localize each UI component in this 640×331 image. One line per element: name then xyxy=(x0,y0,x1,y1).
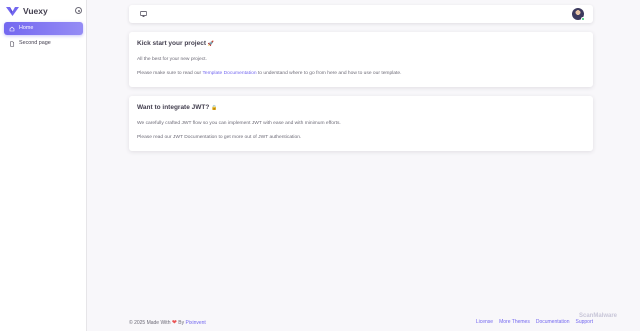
sidebar: Vuexy Home Second page xyxy=(0,0,87,331)
more-themes-link[interactable]: More Themes xyxy=(499,319,530,325)
card-text: All the best for your new project. xyxy=(137,56,207,62)
footer-links: License More Themes Documentation Suppor… xyxy=(476,319,593,325)
sidebar-item-second-page[interactable]: Second page xyxy=(4,37,83,50)
monitor-icon[interactable] xyxy=(140,11,147,17)
lock-icon: 🔒 xyxy=(211,105,218,111)
vuexy-logo-icon xyxy=(6,6,19,16)
support-link[interactable]: Support xyxy=(575,319,593,325)
card-title: Kick start your project 🚀 xyxy=(137,40,585,48)
text-suffix: to understand where to go from here and … xyxy=(256,71,402,77)
file-icon xyxy=(10,40,15,47)
documentation-link[interactable]: Documentation xyxy=(536,319,570,325)
template-documentation-link[interactable]: Template Documentation xyxy=(202,71,256,76)
sidebar-item-label: Second page xyxy=(19,39,51,46)
online-status-dot xyxy=(581,17,585,21)
card-text: Please read our JWT Documentation to get… xyxy=(137,135,302,141)
brand-name: Vuexy xyxy=(23,6,48,16)
by-text: By xyxy=(176,319,186,326)
sidebar-nav: Home Second page xyxy=(4,22,83,52)
kick-start-card: Kick start your project 🚀 All the best f… xyxy=(129,32,593,87)
copyright: © 2025 Made With ❤ By Pixinvent xyxy=(129,319,206,326)
card-title-text: Kick start your project xyxy=(137,40,206,47)
home-icon xyxy=(9,26,15,31)
text-prefix: Please make sure to read our xyxy=(137,71,203,77)
brand[interactable]: Vuexy xyxy=(6,5,48,17)
footer: © 2025 Made With ❤ By Pixinvent License … xyxy=(129,318,593,326)
jwt-card: Want to integrate JWT? 🔒 We carefully cr… xyxy=(129,96,593,151)
sidebar-item-home[interactable]: Home xyxy=(4,22,83,35)
top-navbar xyxy=(129,5,593,23)
avatar[interactable] xyxy=(572,8,585,21)
card-title-text: Want to integrate JWT? xyxy=(137,104,210,111)
collapse-menu-icon[interactable] xyxy=(75,7,82,14)
card-text: Please make sure to read our Template Do… xyxy=(137,71,585,77)
sidebar-item-label: Home xyxy=(19,24,34,31)
watermark: ScanMalware xyxy=(579,313,618,319)
card-text: We carefully crafted JWT flow so you can… xyxy=(137,120,341,126)
card-title: Want to integrate JWT? 🔒 xyxy=(137,104,585,112)
license-link[interactable]: License xyxy=(476,319,493,325)
pixinvent-link[interactable]: Pixinvent xyxy=(186,320,206,326)
copyright-text: © 2025 Made With xyxy=(129,319,172,326)
rocket-icon: 🚀 xyxy=(207,41,215,47)
